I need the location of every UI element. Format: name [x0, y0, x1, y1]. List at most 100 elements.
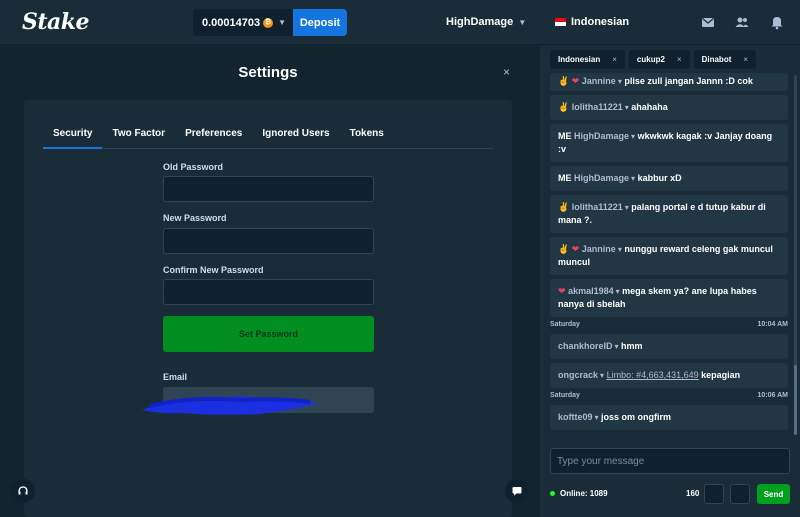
bitcoin-icon: ₿ — [263, 17, 274, 28]
settings-tabs: Security Two Factor Preferences Ignored … — [43, 125, 493, 149]
wallet-balance-dropdown[interactable]: 0.00014703 ₿ ▼ — [193, 9, 293, 36]
separator-day: Saturday — [550, 321, 580, 328]
deposit-button[interactable]: Deposit — [293, 9, 347, 36]
separator-time: 10:04 AM — [757, 321, 788, 328]
chevron-down-icon: ▾ — [631, 132, 636, 141]
close-icon[interactable]: × — [743, 55, 748, 64]
chat-message: chankhoreID ▾ hmm — [550, 334, 788, 359]
chat-tab-indonesian[interactable]: Indonesian × — [550, 50, 625, 69]
tab-two-factor[interactable]: Two Factor — [102, 125, 175, 148]
close-icon[interactable]: × — [677, 55, 682, 64]
confirm-password-label: Confirm New Password — [163, 265, 264, 275]
emoji-button[interactable] — [730, 484, 750, 504]
chat-text: kabbur xD — [637, 173, 682, 183]
set-password-button[interactable]: Set Password — [163, 316, 374, 352]
heart-icon: ❤ — [571, 76, 580, 86]
chat-toggle-button[interactable] — [505, 479, 529, 503]
confirm-password-field[interactable] — [163, 279, 374, 305]
chat-username[interactable]: HighDamage — [574, 173, 629, 183]
balance-amount: 0.00014703 — [202, 16, 261, 29]
indonesia-flag-icon — [555, 18, 566, 26]
chat-username[interactable]: chankhoreID — [558, 341, 613, 351]
chat-message: ongcrack ▾ Limbo: #4,663,431,649 kepagian — [550, 363, 788, 388]
chat-username[interactable]: lolitha11221 — [572, 102, 623, 112]
chat-text: ahahaha — [631, 102, 668, 112]
chat-username[interactable]: Jannine — [582, 76, 616, 86]
bet-link[interactable]: Limbo: #4,663,431,649 — [607, 370, 699, 380]
online-count: Online: 1089 — [560, 489, 608, 498]
rain-button[interactable] — [704, 484, 724, 504]
headset-icon — [18, 486, 28, 495]
victory-hand-icon: ✌ — [558, 102, 570, 112]
send-button[interactable]: Send — [757, 484, 790, 504]
chat-message: ✌ ❤ Jannine ▾ plise zull jangan Jannn :D … — [550, 73, 788, 91]
users-icon[interactable] — [734, 14, 750, 30]
new-password-field[interactable] — [163, 228, 374, 254]
chat-username[interactable]: HighDamage — [574, 131, 629, 141]
chat-tab-cukup2[interactable]: cukup2 × — [628, 50, 690, 69]
chevron-down-icon: ▾ — [631, 174, 636, 183]
chat-message: ME HighDamage ▾ kabbur xD — [550, 166, 788, 191]
language-selector[interactable]: Indonesian — [555, 16, 629, 28]
me-badge: ME — [558, 131, 572, 141]
close-icon[interactable]: × — [503, 65, 510, 79]
victory-hand-icon: ✌ — [558, 202, 570, 212]
chat-message-input[interactable]: Type your message — [550, 448, 790, 474]
settings-card: Security Two Factor Preferences Ignored … — [24, 100, 512, 517]
chat-tab-label: Indonesian — [558, 55, 601, 64]
separator-day: Saturday — [550, 392, 580, 399]
chat-text: kepagian — [701, 370, 741, 380]
tab-security[interactable]: Security — [43, 125, 103, 149]
chat-room-tabs: Indonesian × cukup2 × Dinabot × — [550, 50, 757, 69]
tab-preferences[interactable]: Preferences — [175, 125, 252, 148]
chat-text: plise zull jangan Jannn :D cok — [624, 76, 753, 86]
chat-message: ✌ lolitha11221 ▾ palang portal e d tutup … — [550, 195, 788, 233]
close-icon[interactable]: × — [612, 55, 617, 64]
chat-text: hmm — [621, 341, 643, 351]
separator-time: 10:06 AM — [757, 392, 788, 399]
chevron-down-icon: ▾ — [615, 287, 620, 296]
chat-panel: Indonesian × cukup2 × Dinabot × ✌ ❤ Jann… — [540, 45, 800, 517]
chat-tab-label: cukup2 — [636, 55, 665, 64]
heart-icon: ❤ — [558, 286, 566, 296]
chat-username[interactable]: koftte09 — [558, 412, 593, 422]
chat-username[interactable]: ongcrack — [558, 370, 598, 380]
chevron-down-icon: ▼ — [518, 18, 527, 27]
new-password-label: New Password — [163, 213, 227, 223]
chat-tab-label: Dinabot — [701, 55, 732, 64]
old-password-label: Old Password — [163, 162, 224, 172]
redaction-scribble — [142, 396, 318, 415]
email-label: Email — [163, 372, 188, 382]
chat-username[interactable]: lolitha11221 — [572, 202, 623, 212]
chat-scrollbar-thumb[interactable] — [794, 365, 797, 435]
chevron-down-icon: ▾ — [617, 245, 622, 254]
user-menu[interactable]: HighDamage ▼ — [446, 16, 526, 28]
settings-panel: Settings × Security Two Factor Preferenc… — [0, 45, 540, 517]
chevron-down-icon: ▾ — [617, 77, 622, 86]
chevron-down-icon: ▾ — [594, 413, 599, 422]
chevron-down-icon: ▼ — [278, 18, 287, 27]
language-label: Indonesian — [571, 16, 630, 28]
online-dot-icon — [550, 491, 555, 496]
chevron-down-icon: ▾ — [614, 342, 619, 351]
chat-username[interactable]: akmal1984 — [568, 286, 614, 296]
tab-tokens[interactable]: Tokens — [340, 125, 394, 148]
chat-message: ✌ ❤ Jannine ▾ nunggu reward celeng gak mu… — [550, 237, 788, 275]
bell-icon[interactable] — [769, 14, 785, 30]
live-support-button[interactable] — [11, 479, 35, 503]
mail-icon[interactable] — [700, 14, 716, 30]
chat-username[interactable]: Jannine — [582, 244, 616, 254]
heart-icon: ❤ — [571, 244, 580, 254]
chat-message: ❤ akmal1984 ▾ mega skem ya? ane lupa habe… — [550, 279, 788, 317]
old-password-field[interactable] — [163, 176, 374, 202]
chevron-down-icon: ▾ — [600, 371, 605, 380]
victory-hand-icon: ✌ — [558, 244, 570, 254]
chat-message-list[interactable]: ✌ ❤ Jannine ▾ plise zull jangan Jannn :D … — [550, 73, 788, 435]
chevron-down-icon: ▾ — [624, 203, 629, 212]
stake-logo[interactable]: Stake — [22, 9, 90, 35]
chat-tab-dinabot[interactable]: Dinabot × — [693, 50, 757, 69]
chat-text: joss om ongfirm — [601, 412, 672, 422]
tab-ignored-users[interactable]: Ignored Users — [252, 125, 339, 148]
chat-message: ✌ lolitha11221 ▾ ahahaha — [550, 95, 788, 120]
chat-message: koftte09 ▾ joss om ongfirm — [550, 405, 788, 430]
